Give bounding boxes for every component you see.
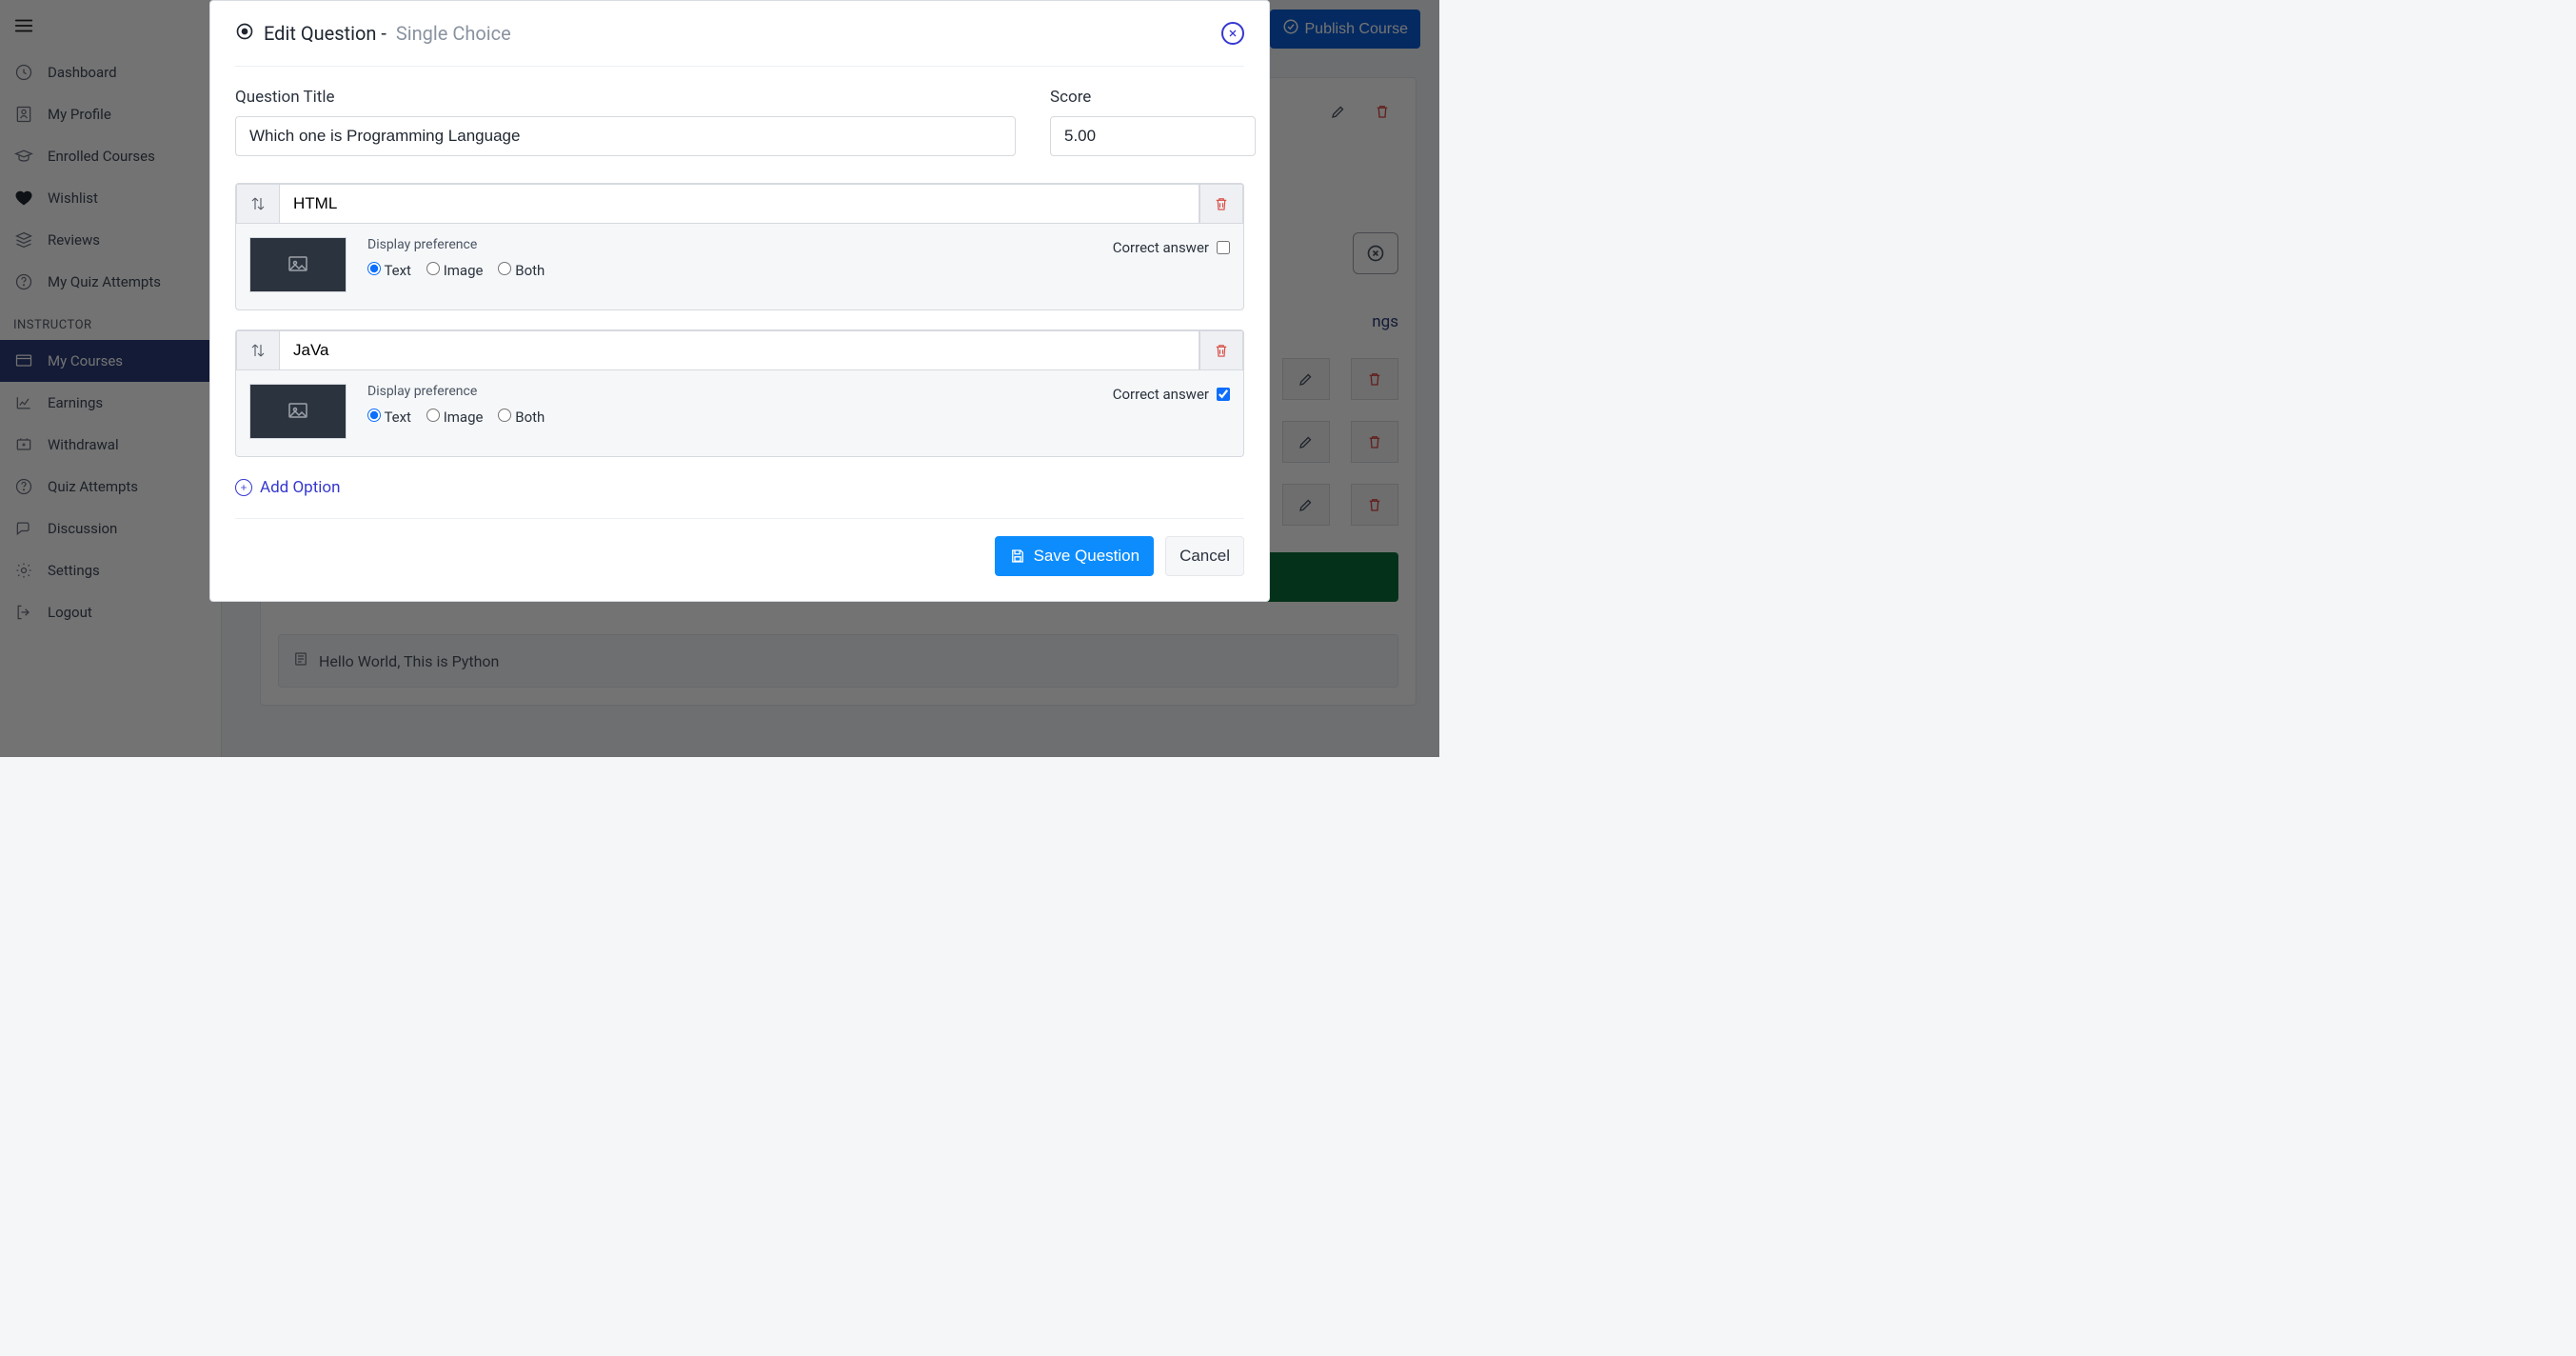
display-preference-label: Display preference (367, 384, 545, 399)
option-block: Display preference Text Image Both Corre… (235, 183, 1244, 310)
correct-answer-label: Correct answer (1113, 386, 1209, 403)
drag-handle[interactable] (236, 184, 280, 224)
save-question-button[interactable]: Save Question (995, 536, 1155, 576)
display-preference-label: Display preference (367, 237, 545, 252)
modal-title-strong: Edit Question - (264, 22, 386, 45)
display-text-radio[interactable]: Text (367, 262, 411, 279)
cancel-label: Cancel (1179, 547, 1230, 566)
cancel-button[interactable]: Cancel (1165, 536, 1244, 576)
radio-target-icon (235, 22, 254, 45)
correct-answer-checkbox[interactable] (1217, 388, 1230, 401)
correct-answer-label: Correct answer (1113, 239, 1209, 256)
save-icon (1009, 548, 1026, 565)
drag-handle[interactable] (236, 330, 280, 370)
save-label: Save Question (1034, 547, 1140, 566)
delete-option-button[interactable] (1199, 330, 1243, 370)
option-block: Display preference Text Image Both Corre… (235, 329, 1244, 457)
option-text-input[interactable] (280, 184, 1199, 224)
correct-answer-checkbox[interactable] (1217, 241, 1230, 254)
display-image-radio[interactable]: Image (426, 262, 484, 279)
display-text-radio[interactable]: Text (367, 409, 411, 426)
score-input[interactable] (1050, 116, 1256, 156)
question-title-input[interactable] (235, 116, 1016, 156)
question-title-label: Question Title (235, 88, 1016, 107)
close-modal-button[interactable] (1221, 22, 1244, 45)
modal-title-muted: Single Choice (396, 22, 511, 45)
edit-question-modal: Edit Question - Single Choice Question T… (209, 0, 1270, 602)
score-label: Score (1050, 88, 1256, 107)
add-option-label: Add Option (260, 478, 341, 497)
plus-circle-icon (235, 479, 252, 496)
display-both-radio[interactable]: Both (498, 262, 545, 279)
modal-title: Edit Question - Single Choice (264, 22, 511, 45)
display-image-radio[interactable]: Image (426, 409, 484, 426)
delete-option-button[interactable] (1199, 184, 1243, 224)
option-image-placeholder[interactable] (249, 237, 347, 292)
option-image-placeholder[interactable] (249, 384, 347, 439)
option-text-input[interactable] (280, 330, 1199, 370)
display-both-radio[interactable]: Both (498, 409, 545, 426)
add-option-button[interactable]: Add Option (235, 478, 341, 497)
